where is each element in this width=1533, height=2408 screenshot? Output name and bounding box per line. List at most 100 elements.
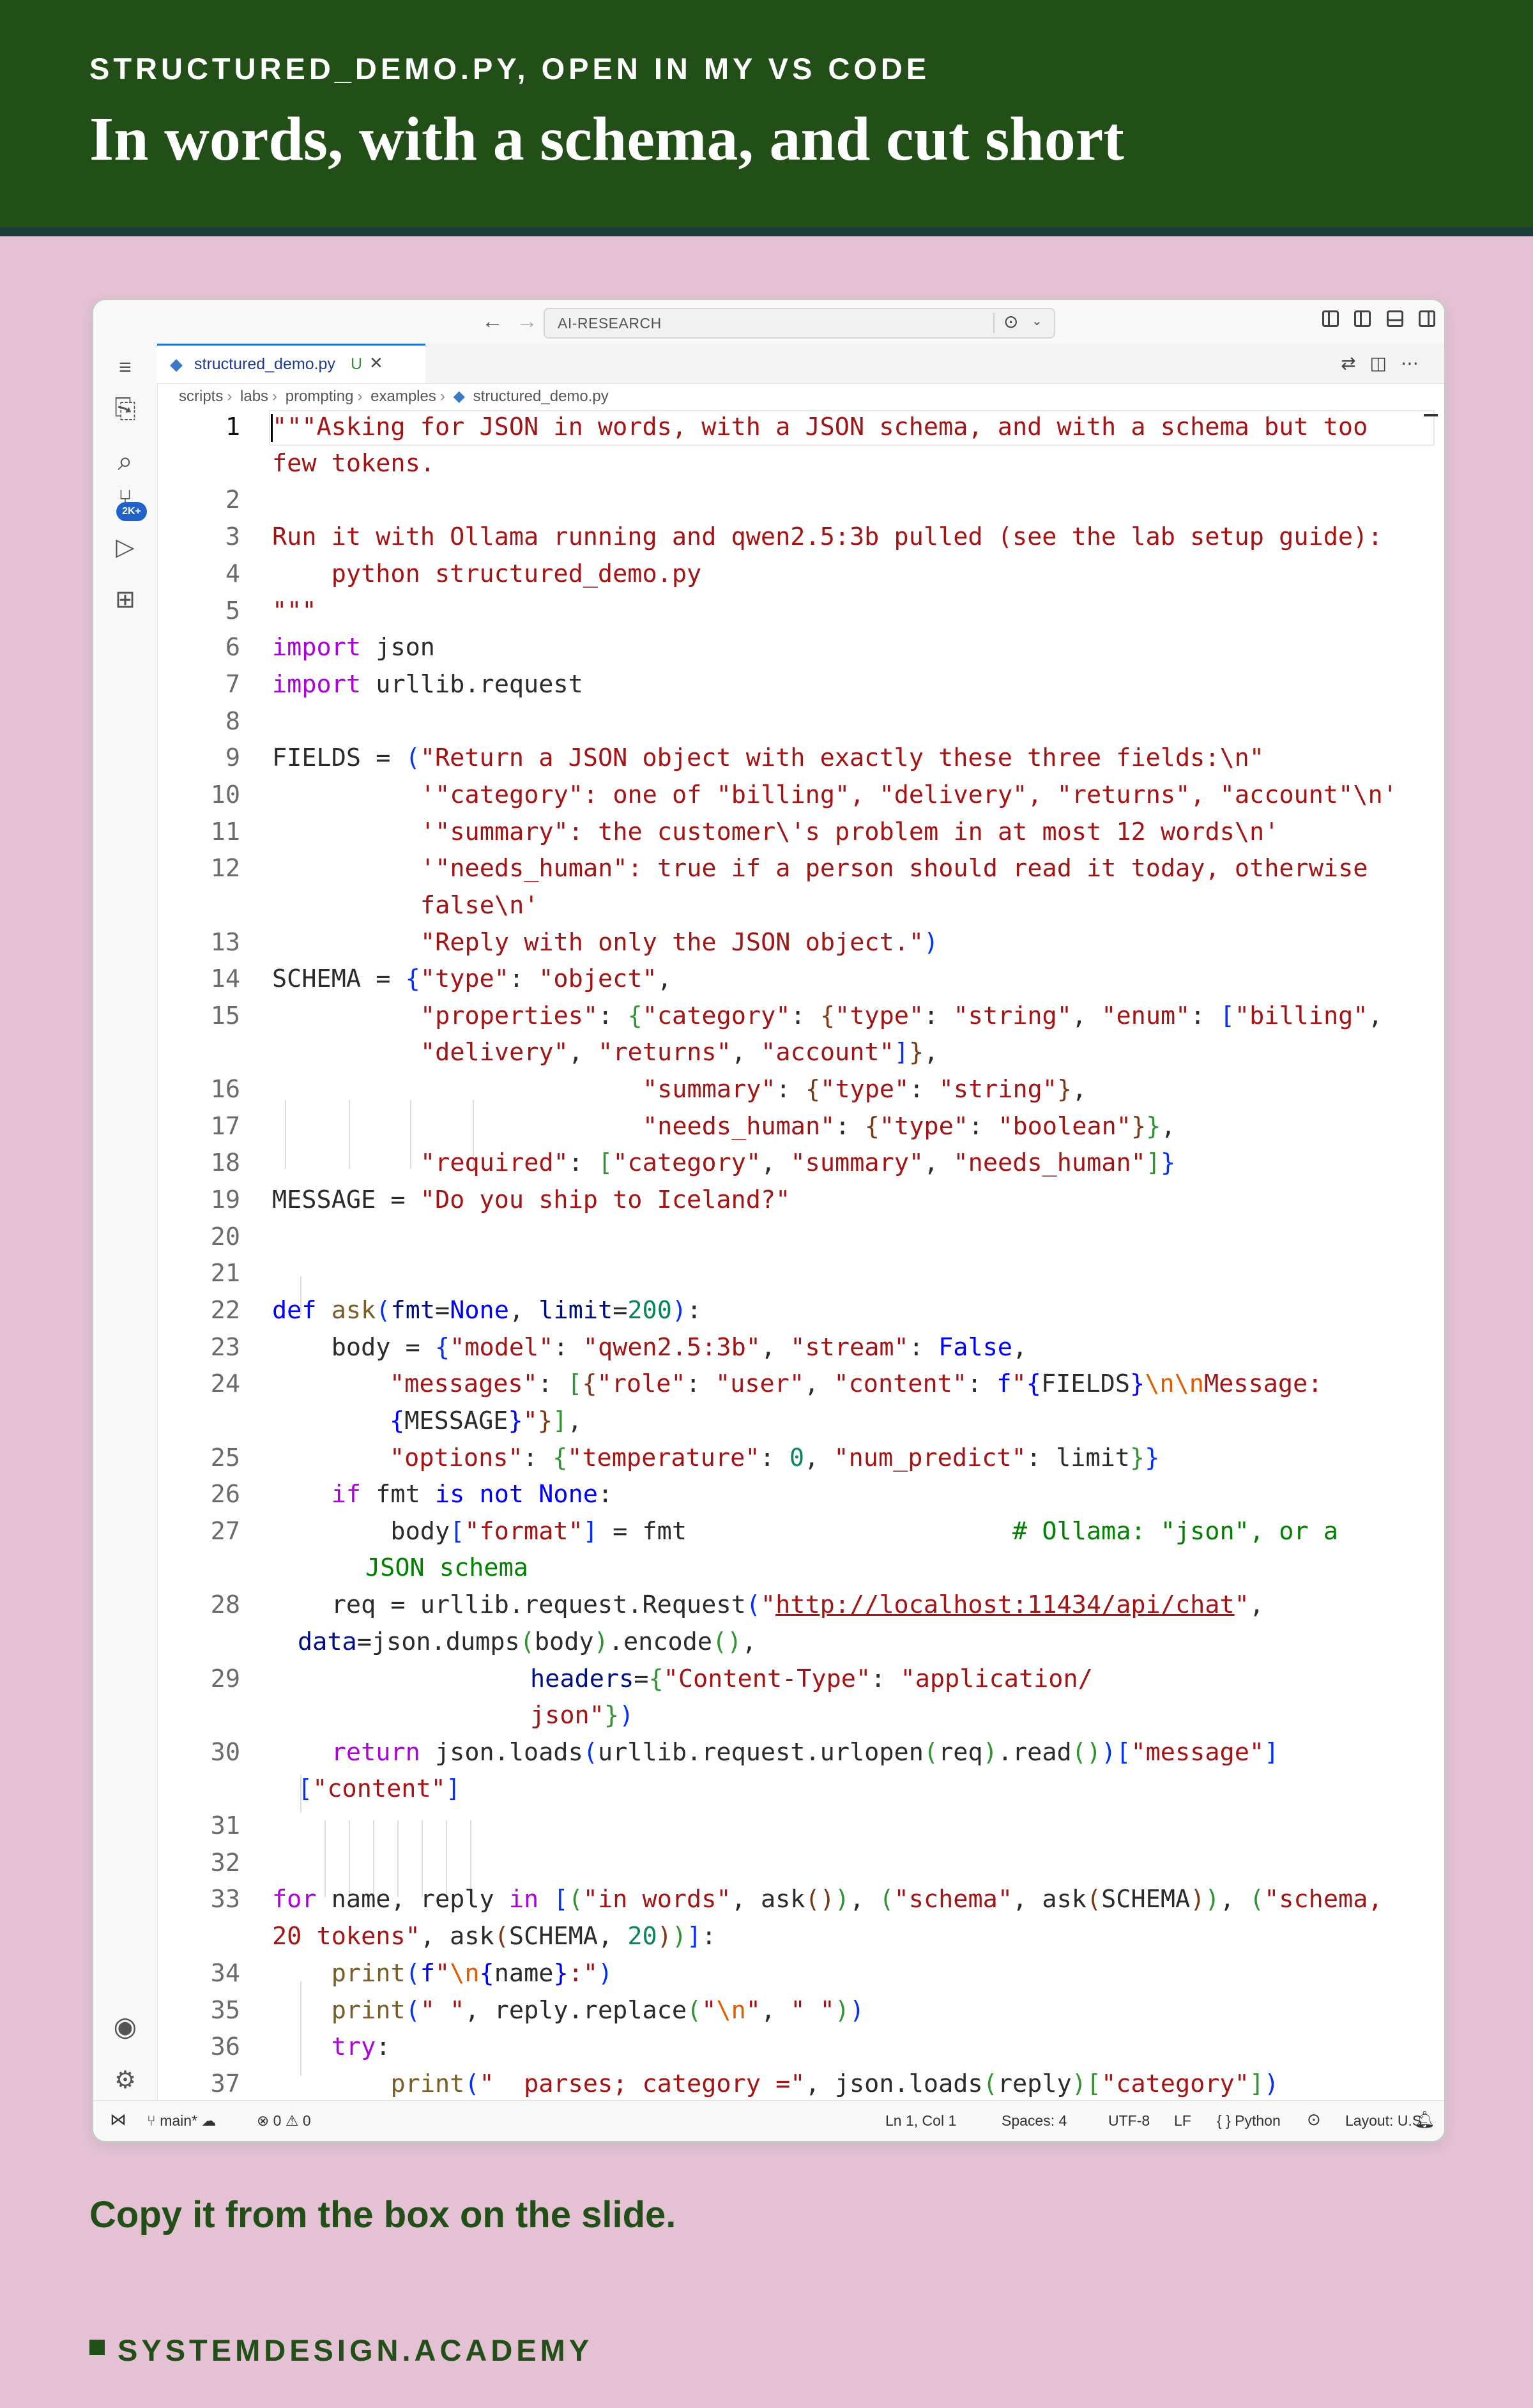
code-line: data=json.dumps(body).encode(), [298,1627,757,1656]
line-number: 3 [225,522,240,551]
indentation[interactable]: Spaces: 4 [1002,2112,1067,2130]
code-line: "properties": {"category": {"type": "str… [420,1002,1383,1030]
extensions-icon[interactable]: ⊞ [109,585,142,614]
close-icon[interactable]: × [370,351,383,376]
settings-icon[interactable]: ⚙ [109,2066,142,2094]
bell-icon[interactable]: 🔔︎ [1414,2110,1435,2130]
breadcrumb-labs[interactable]: labs [240,388,268,405]
untracked-badge: U [351,355,363,373]
copilot-icon[interactable]: ⊙ [1003,311,1018,332]
code-line: FIELDS = ("Return a JSON object with exa… [272,743,1265,772]
line-number: 11 [210,818,240,846]
forward-arrow-icon[interactable]: → [516,309,538,334]
line-number: 30 [210,1738,240,1767]
line-number: 24 [210,1369,240,1398]
title-bar: ← → AI-RESEARCH ⊙ ⌄ [93,300,1444,344]
tab-structured-demo[interactable]: ◆ structured_demo.py U × [157,344,425,383]
code-line: "summary": {"type": "string"}, [643,1075,1087,1104]
cursor-position[interactable]: Ln 1, Col 1 [885,2112,956,2130]
toggle-secondary-sidebar-icon[interactable] [1419,310,1435,327]
code-editor[interactable]: 1 2 3 4 5 6 7 8 9 10 11 12 13 14 15 16 1… [157,409,1444,2098]
toggle-panel-icon[interactable] [1386,310,1403,327]
account-icon[interactable]: ◉ [109,2011,142,2042]
line-number: 1 [225,413,240,441]
chevron-down-icon[interactable]: ⌄ [1032,313,1042,329]
breadcrumb-separator: › [272,388,278,405]
back-arrow-icon[interactable]: ← [482,309,503,334]
line-number: 33 [210,1885,240,1914]
line-number: 13 [210,928,240,957]
line-number: 20 [210,1223,240,1251]
line-number: 14 [210,964,240,993]
code-line: import urllib.request [272,670,583,699]
python-file-icon: ◆ [170,354,183,374]
code-comment: # Ollama: "json", or a [1012,1517,1338,1546]
vscode-window: ← → AI-RESEARCH ⊙ ⌄ ≡ ⎘ ⌕ ⑂ 2K+ ▷ ⊞ ◉ ⚙ … [91,298,1446,2143]
activity-bar: ≡ ⎘ ⌕ ⑂ 2K+ ▷ ⊞ ◉ ⚙ [93,344,158,2100]
code-line: false\n' [420,891,539,920]
line-number: 25 [210,1444,240,1472]
code-line: JSON schema [365,1553,528,1582]
breadcrumb-prompting[interactable]: prompting [286,388,354,405]
compare-changes-icon[interactable]: ⇄ [1341,353,1369,373]
code-line: return json.loads(urllib.request.urlopen… [331,1738,1279,1767]
branch-name: main* [160,2112,198,2129]
explorer-icon[interactable]: ⎘ [109,393,142,425]
command-center[interactable]: AI-RESEARCH ⊙ ⌄ [544,308,1055,339]
breadcrumb-separator: › [439,388,445,405]
breadcrumb-scripts[interactable]: scripts [179,388,223,405]
line-number: 16 [210,1075,240,1104]
breadcrumb-file[interactable]: structured_demo.py [473,388,609,405]
menu-icon[interactable]: ≡ [109,355,142,380]
code-line: json"}) [530,1701,634,1730]
line-number: 9 [225,743,240,772]
line-number: 31 [210,1811,240,1840]
line-number: 5 [225,597,240,625]
braces-icon: { } [1217,2112,1231,2129]
slide-title: In words, with a schema, and cut short [89,105,1124,174]
header-divider [0,227,1533,236]
more-actions-icon[interactable]: ⋯ [1401,353,1433,373]
editor-actions: ⇄◫⋯ [1341,353,1433,374]
code-line: '"category": one of "billing", "delivery… [420,781,1398,809]
branch-indicator[interactable]: ⑂ main* ☁ [147,2112,216,2130]
string-literal: "Return a JSON object with exactly these… [420,743,1265,772]
line-ending[interactable]: LF [1174,2112,1191,2130]
customize-layout-icon[interactable] [1322,310,1339,327]
branch-icon: ⑂ [147,2112,156,2129]
line-number: 35 [210,1996,240,2025]
line-number: 4 [225,560,240,588]
code-line: "Reply with only the JSON object.") [420,928,939,957]
copilot-status-icon[interactable]: ⊙ [1307,2110,1321,2130]
language-mode[interactable]: { } Python [1217,2112,1281,2130]
line-number: 12 [210,854,240,883]
import-name: json [376,633,435,662]
code-line: req = urllib.request.Request("http://loc… [272,1590,1265,1619]
error-icon: ⊗ [257,2112,270,2129]
problems-indicator[interactable]: ⊗ 0 ⚠ 0 [257,2112,311,2130]
slide-kicker: STRUCTURED_DEMO.PY, OPEN IN MY VS CODE [89,52,931,86]
code-line: SCHEMA = {"type": "object", [272,964,672,993]
code-line: body["format"] = fmt # Ollama: "json", o… [272,1517,1338,1546]
warning-icon: ⚠ [285,2112,299,2129]
command-center-divider [993,313,995,333]
code-line: def ask(fmt=None, limit=200): [272,1296,702,1325]
encoding[interactable]: UTF-8 [1108,2112,1150,2130]
scrollbar-marker[interactable] [1424,414,1438,416]
url-link[interactable]: http://localhost:11434/api/chat [775,1590,1235,1619]
line-number: 27 [210,1517,240,1546]
code-line: for name, reply in [("in words", ask()),… [272,1885,1383,1914]
code-line: "messages": [{"role": "user", "content":… [390,1369,1323,1398]
search-icon[interactable]: ⌕ [109,446,142,477]
code-line: body = {"model": "qwen2.5:3b", "stream":… [272,1333,1028,1362]
language-label: Python [1235,2112,1281,2129]
breadcrumb-separator: › [357,388,363,405]
split-editor-icon[interactable]: ◫ [1370,353,1401,373]
toggle-primary-sidebar-icon[interactable] [1354,310,1371,327]
string-literal: "Reply with only the JSON object." [420,928,924,957]
code-line: "needs_human": {"type": "boolean"}}, [643,1112,1176,1141]
run-debug-icon[interactable]: ▷ [109,533,142,561]
line-number: 32 [210,1848,240,1877]
remote-icon[interactable]: ⋈ [110,2110,126,2130]
breadcrumb-examples[interactable]: examples [370,388,436,405]
